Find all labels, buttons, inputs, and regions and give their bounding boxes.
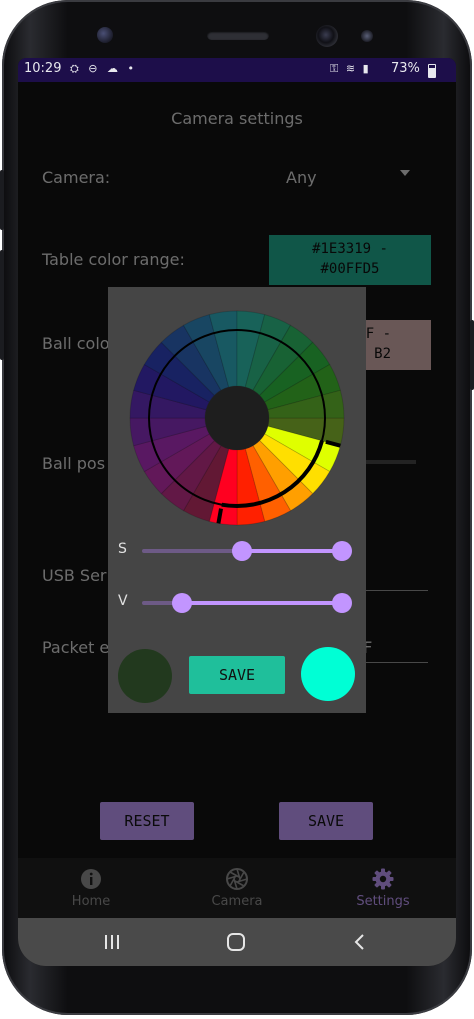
recent-apps-icon[interactable] (102, 932, 122, 952)
sensor (97, 27, 113, 43)
screen: 10:29 ⛭ ⊖ ☁ • ⚿ ≋ ▮ 73% Camera settings … (18, 58, 456, 966)
volume-button (0, 170, 4, 230)
value-max-thumb[interactable] (332, 593, 352, 613)
status-time: 10:29 (24, 61, 62, 76)
earpiece-speaker (207, 31, 269, 40)
front-camera (316, 25, 338, 47)
previous-color-preview (118, 649, 172, 703)
value-label: V (118, 593, 128, 609)
dialog-save-button[interactable]: SAVE (189, 656, 285, 694)
system-navigation-bar (18, 918, 456, 966)
battery-percent: 73% (391, 61, 420, 76)
selected-color-preview (301, 647, 355, 701)
value-min-thumb[interactable] (172, 593, 192, 613)
saturation-range-fill (242, 549, 342, 553)
status-bar: 10:29 ⛭ ⊖ ☁ • ⚿ ≋ ▮ 73% (18, 58, 456, 82)
saturation-min-thumb[interactable] (232, 541, 252, 561)
back-icon[interactable] (350, 932, 370, 952)
color-wheel[interactable] (129, 310, 345, 526)
bixby-button (0, 250, 4, 360)
battery-icon (428, 64, 436, 78)
saturation-label: S (118, 541, 127, 557)
value-range-fill (182, 601, 342, 605)
notification-icons: ⛭ ⊖ ☁ • (70, 62, 137, 75)
color-picker-dialog: S V SAVE (108, 287, 366, 713)
power-button (470, 320, 474, 390)
saturation-max-thumb[interactable] (332, 541, 352, 561)
iris-sensor (361, 30, 373, 42)
home-icon[interactable] (225, 932, 247, 952)
system-status-icons: ⚿ ≋ ▮ (330, 62, 371, 75)
